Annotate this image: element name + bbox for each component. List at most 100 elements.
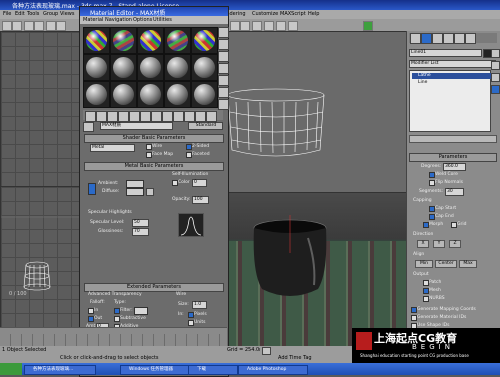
align-center-button[interactable]: Center: [435, 260, 457, 268]
taskbar-item-max[interactable]: 各种方法表现玻璃...: [24, 365, 96, 375]
menu-group[interactable]: Group: [43, 11, 58, 17]
shader-type-dropdown[interactable]: Metal: [90, 144, 135, 152]
material-slot-7[interactable]: [110, 54, 137, 81]
display-tab-icon[interactable]: [454, 33, 465, 44]
parameters-rollout[interactable]: Parameters: [409, 153, 497, 162]
material-slot-12[interactable]: [110, 81, 137, 108]
material-slot-13[interactable]: [137, 81, 164, 108]
segments-field[interactable]: 30: [445, 188, 464, 196]
viewport-top-left[interactable]: [0, 31, 81, 187]
menu-file[interactable]: File: [3, 11, 11, 17]
get-material-icon[interactable]: [85, 111, 96, 122]
backlight-icon[interactable]: [218, 39, 229, 50]
unique-icon[interactable]: [140, 111, 151, 122]
mat-menu-options[interactable]: Options: [133, 17, 152, 23]
hierarchy-tab-icon[interactable]: [432, 33, 443, 44]
menu-maxscript[interactable]: MAXScript: [280, 11, 306, 17]
filter-color-swatch[interactable]: [134, 307, 148, 315]
menu-edit[interactable]: Edit: [15, 11, 25, 17]
extended-params-rollout[interactable]: Extended Parameters: [84, 283, 224, 292]
show-end-result-icon[interactable]: [184, 111, 195, 122]
curve-editor-button[interactable]: [252, 21, 262, 31]
mat-menu-utilities[interactable]: Utilities: [153, 17, 172, 23]
panel-arrow-icon[interactable]: [491, 49, 500, 58]
material-editor-window[interactable]: Material Editor - MAX材质 Material Navigat…: [79, 6, 229, 377]
assign-material-icon[interactable]: [107, 111, 118, 122]
material-slot-6[interactable]: [83, 54, 110, 81]
menu-help[interactable]: Help: [308, 11, 319, 17]
show-map-icon[interactable]: [173, 111, 184, 122]
metal-basic-rollout[interactable]: Metal Basic Parameters: [84, 162, 224, 171]
material-slot-10[interactable]: [191, 54, 218, 81]
lock-icon[interactable]: [88, 183, 96, 195]
motion-tab-icon[interactable]: [443, 33, 454, 44]
undo-button[interactable]: [2, 21, 12, 31]
background-icon[interactable]: [218, 51, 229, 62]
viewport-top-right[interactable]: [227, 31, 408, 193]
redo-button[interactable]: [12, 21, 22, 31]
modify-tab-icon[interactable]: [421, 33, 432, 44]
material-slot-11[interactable]: [83, 81, 110, 108]
diffuse-map-button[interactable]: [146, 188, 154, 196]
menu-views[interactable]: Views: [60, 11, 74, 17]
put-to-library-icon[interactable]: [151, 111, 162, 122]
taskbar-item-taskmgr[interactable]: Windows 任务管理器: [120, 365, 190, 375]
material-effects-channel-icon[interactable]: [162, 111, 173, 122]
menu-customize[interactable]: Customize: [252, 11, 278, 17]
material-slot-3[interactable]: [137, 27, 164, 54]
mirror-button[interactable]: [240, 21, 250, 31]
ambient-swatch[interactable]: [126, 180, 144, 188]
material-slot-1[interactable]: [83, 27, 110, 54]
stack-item-lathe[interactable]: Lathe: [412, 73, 492, 79]
opacity-field[interactable]: 100: [192, 196, 209, 204]
select-button[interactable]: [46, 21, 56, 31]
material-slot-2[interactable]: [110, 27, 137, 54]
quick-render-button[interactable]: [288, 21, 298, 31]
material-name-field[interactable]: MAX材质: [100, 122, 173, 130]
start-button[interactable]: [0, 363, 22, 375]
reset-map-icon[interactable]: [118, 111, 129, 122]
taskbar-item-download[interactable]: 下载: [188, 365, 238, 375]
lock-selection-icon[interactable]: [262, 347, 271, 355]
menu-tools[interactable]: Tools: [27, 11, 39, 17]
modifier-list-dropdown[interactable]: Modifier List: [409, 60, 496, 68]
align-max-button[interactable]: Max: [459, 260, 477, 268]
select-link-button[interactable]: [24, 21, 34, 31]
panel-xy-icon[interactable]: [491, 85, 500, 94]
direction-x-button[interactable]: X: [417, 240, 429, 248]
render-button[interactable]: [276, 21, 286, 31]
create-tab-icon[interactable]: [410, 33, 421, 44]
panel-x-icon[interactable]: [491, 61, 500, 70]
direction-y-button[interactable]: Y: [433, 240, 445, 248]
copy-material-icon[interactable]: [129, 111, 140, 122]
utilities-tab-icon[interactable]: [465, 33, 476, 44]
unlink-button[interactable]: [34, 21, 44, 31]
shader-basic-rollout[interactable]: Shader Basic Parameters: [84, 134, 224, 143]
material-slot-5[interactable]: [191, 27, 218, 54]
material-slot-8[interactable]: [137, 54, 164, 81]
taskbar-item-photoshop[interactable]: Adobe Photoshop: [238, 365, 308, 375]
make-preview-icon[interactable]: [218, 87, 229, 98]
add-time-tag-button[interactable]: Add Time Tag: [278, 355, 312, 361]
material-editor-button[interactable]: [264, 21, 274, 31]
mat-menu-material[interactable]: Material: [83, 17, 103, 23]
track-bar[interactable]: [0, 334, 227, 346]
mat-menu-navigation[interactable]: Navigation: [105, 17, 132, 23]
render-scene-icon[interactable]: [363, 21, 373, 31]
select-region-button[interactable]: [56, 21, 66, 31]
align-min-button[interactable]: Min: [415, 260, 433, 268]
material-slot-15[interactable]: [191, 81, 218, 108]
material-type-button[interactable]: Standard: [188, 122, 223, 130]
object-name-field[interactable]: Line01: [409, 49, 482, 57]
material-slot-9[interactable]: [164, 54, 191, 81]
video-color-check-icon[interactable]: [218, 75, 229, 86]
viewport-bottom-left[interactable]: 0 / 100: [0, 186, 81, 328]
direction-z-button[interactable]: Z: [449, 240, 461, 248]
panel-y-icon[interactable]: [491, 73, 500, 82]
pick-material-icon[interactable]: [83, 122, 94, 132]
viewport-perspective[interactable]: [227, 192, 408, 347]
stack-item-line[interactable]: Line: [412, 80, 492, 86]
specular-level-field[interactable]: 50: [132, 219, 149, 227]
sample-type-icon[interactable]: [218, 27, 229, 38]
self-illum-value[interactable]: 0: [192, 179, 207, 187]
